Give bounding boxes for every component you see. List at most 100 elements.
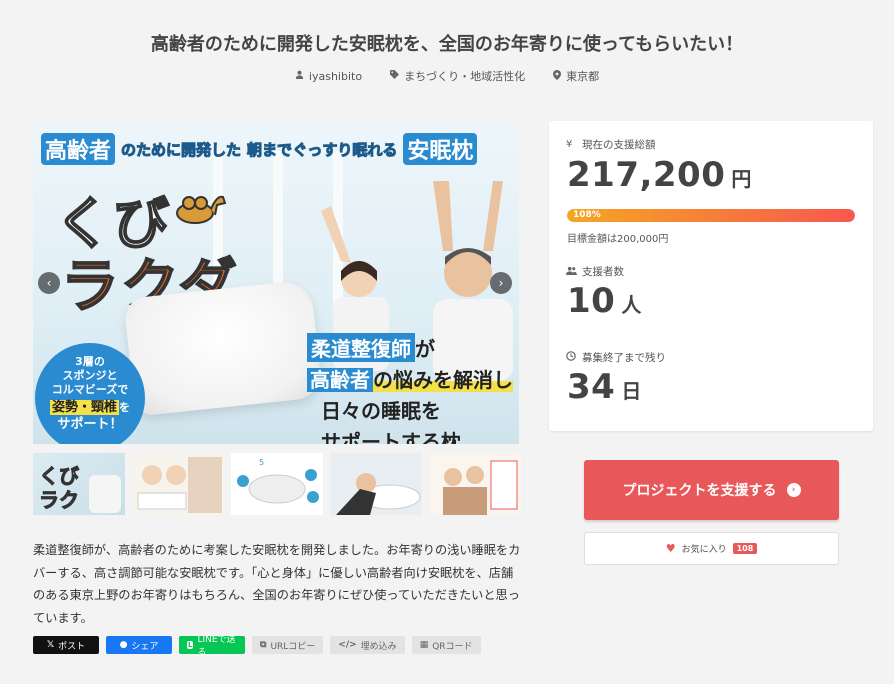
favorite-button[interactable]: ♥ お気に入り 108 [584,532,839,565]
qr-code-label: QRコード [432,641,473,652]
thumbnail-2[interactable] [132,453,224,515]
pillow-image [123,279,323,417]
badge-line-3: コルマビーズで [51,383,129,396]
badge-line-1: 3層の [75,355,105,368]
users-icon [566,266,577,278]
share-x-button[interactable]: 𝕏 ポスト [33,636,99,654]
map-pin-icon [553,69,562,83]
days-unit: 日 [621,379,642,403]
banner-product: 安眠枕 [403,133,478,165]
line-icon: L [187,641,194,649]
thumbnail-strip: くび ラク 5 [33,453,521,515]
claim-line-2: 高齢者 の悩みを解消し [307,364,513,393]
days-label-row: 募集終了まで残り [566,350,666,365]
x-icon: 𝕏 [46,640,55,650]
goal-amount: 目標金額は200,000円 [567,234,669,245]
badge-suffix: を [119,401,130,414]
days-remaining: 34 日 [567,367,641,407]
facebook-icon: ● [119,640,128,650]
tag-icon [390,70,400,82]
hero-banner: 高齢者 のために開発した 朝までぐっすり眠れる 安眠枕 [41,133,511,165]
badge-highlight: 姿勢・頸椎 [49,400,119,415]
banner-text-2: 朝までぐっすり眠れる [247,140,398,159]
qr-code-button[interactable]: ▦ QRコード [411,636,481,654]
backers-unit: 人 [621,293,642,317]
svg-text:くび: くび [39,464,80,488]
badge-line-2: スポンジと [62,369,118,382]
thumbnail-5-image [443,460,518,515]
owner-name: iyashibito [308,69,363,83]
main-image-carousel[interactable]: 高齢者 のために開発した 朝までぐっすり眠れる 安眠枕 くび ラクダ 3層の ス… [33,121,519,444]
share-x-label: ポスト [58,641,86,652]
thumbnail-1[interactable]: くび ラク [33,453,125,515]
funding-stats-panel: ¥ 現在の支援総額 217,200 円 108% 目標金額は200,000円 支援… [549,121,873,431]
support-project-button[interactable]: プロジェクトを支援する › [584,460,839,520]
claim-line-1: 柔道整復師 [307,333,415,362]
support-button-label: プロジェクトを支援する [622,483,777,499]
share-facebook-button[interactable]: ● シェア [106,636,172,654]
raised-label: 現在の支援総額 [582,139,656,151]
location-name: 東京都 [566,70,600,83]
qr-icon: ▦ [419,640,429,650]
backers-value: 10 [567,281,616,321]
clock-icon [566,351,576,364]
claim-line-1b: が [415,337,435,361]
user-icon [295,70,304,82]
project-title: 高齢者のために開発した安眠枕を、全国のお年寄りに使ってもらいたい！ [150,34,744,55]
location-link[interactable]: 東京都 [553,68,599,84]
thumbnail-1-image: くびラク [39,464,121,513]
raised-amount: 217,200 円 [567,155,751,195]
project-meta: iyashibito まちづくり・地域活性化 東京都 [0,68,894,84]
backers-label: 支援者数 [582,266,624,278]
share-bar: 𝕏 ポスト ● シェア L LINEで送る ⧉ URLコピー </> 埋め込み ▦ QRコー… [33,635,481,658]
owner-link[interactable]: iyashibito [295,68,362,84]
backers-label-row: 支援者数 [566,264,624,279]
heart-icon: ♥ [665,542,676,555]
progress-percent: 108% [573,210,601,220]
raised-unit: 円 [731,167,752,191]
feature-badge: 3層の スポンジと コルマビーズで 姿勢・頸椎を サポート！ [35,343,145,444]
carousel-prev-button[interactable]: ‹ [38,272,60,294]
claim-line-4: サポートする枕 [321,430,461,444]
claim-line-2b: の悩みを解消し [373,368,513,392]
project-description: 柔道整復師が、高齢者のために考案した安眠枕を開発しました。お年寄りの浅い睡眠をカ… [33,543,521,625]
thumbnail-4[interactable] [330,453,422,515]
yen-icon: ¥ [566,139,573,150]
thumbnail-5[interactable] [429,453,521,515]
progress-fill [567,209,855,222]
favorite-count: 108 [732,543,758,554]
copy-icon: ⧉ [260,640,267,650]
share-facebook-label: シェア [131,641,159,652]
share-line-label: LINEで送る [197,635,236,658]
raised-value: 217,200 [567,155,726,195]
category-link[interactable]: まちづくり・地域活性化 [390,68,525,84]
thumbnail-4-image [336,473,421,515]
days-value: 34 [567,367,616,407]
hero-claim: 柔道整復師が 高齢者 の悩みを解消し 日々の睡眠を サポートする枕 [307,333,513,444]
days-label: 募集終了まで残り [582,352,666,364]
badge-last: サポート！ [57,417,123,432]
share-line-button[interactable]: L LINEで送る [179,635,245,658]
thumbnail-3-image: 5 [237,458,319,504]
funding-progress-bar: 108% [567,209,855,222]
arrow-right-icon: › [786,483,801,497]
thumbnail-3[interactable]: 5 [231,453,323,515]
favorite-label: お気に入り [681,545,727,555]
raised-label-row: ¥ 現在の支援総額 [566,137,656,152]
category-name: まちづくり・地域活性化 [404,70,526,83]
claim-line-3: 日々の睡眠を [321,399,441,423]
svg-text:ラク: ラク [39,488,79,512]
claim-line-2a: 高齢者 [307,368,373,392]
carousel-next-button[interactable]: › [490,272,512,294]
copy-url-label: URLコピー [270,641,316,652]
embed-label: 埋め込み [360,641,397,652]
embed-button[interactable]: </> 埋め込み [330,636,405,654]
backers-count: 10 人 [567,281,641,321]
code-icon: </> [338,640,357,650]
copy-url-button[interactable]: ⧉ URLコピー [252,636,324,654]
camel-icon [176,195,227,224]
banner-text-1: のために開発した [121,140,242,159]
svg-text:5: 5 [259,458,264,467]
banner-highlight: 高齢者 [41,133,116,165]
thumbnail-2-image [137,457,222,513]
